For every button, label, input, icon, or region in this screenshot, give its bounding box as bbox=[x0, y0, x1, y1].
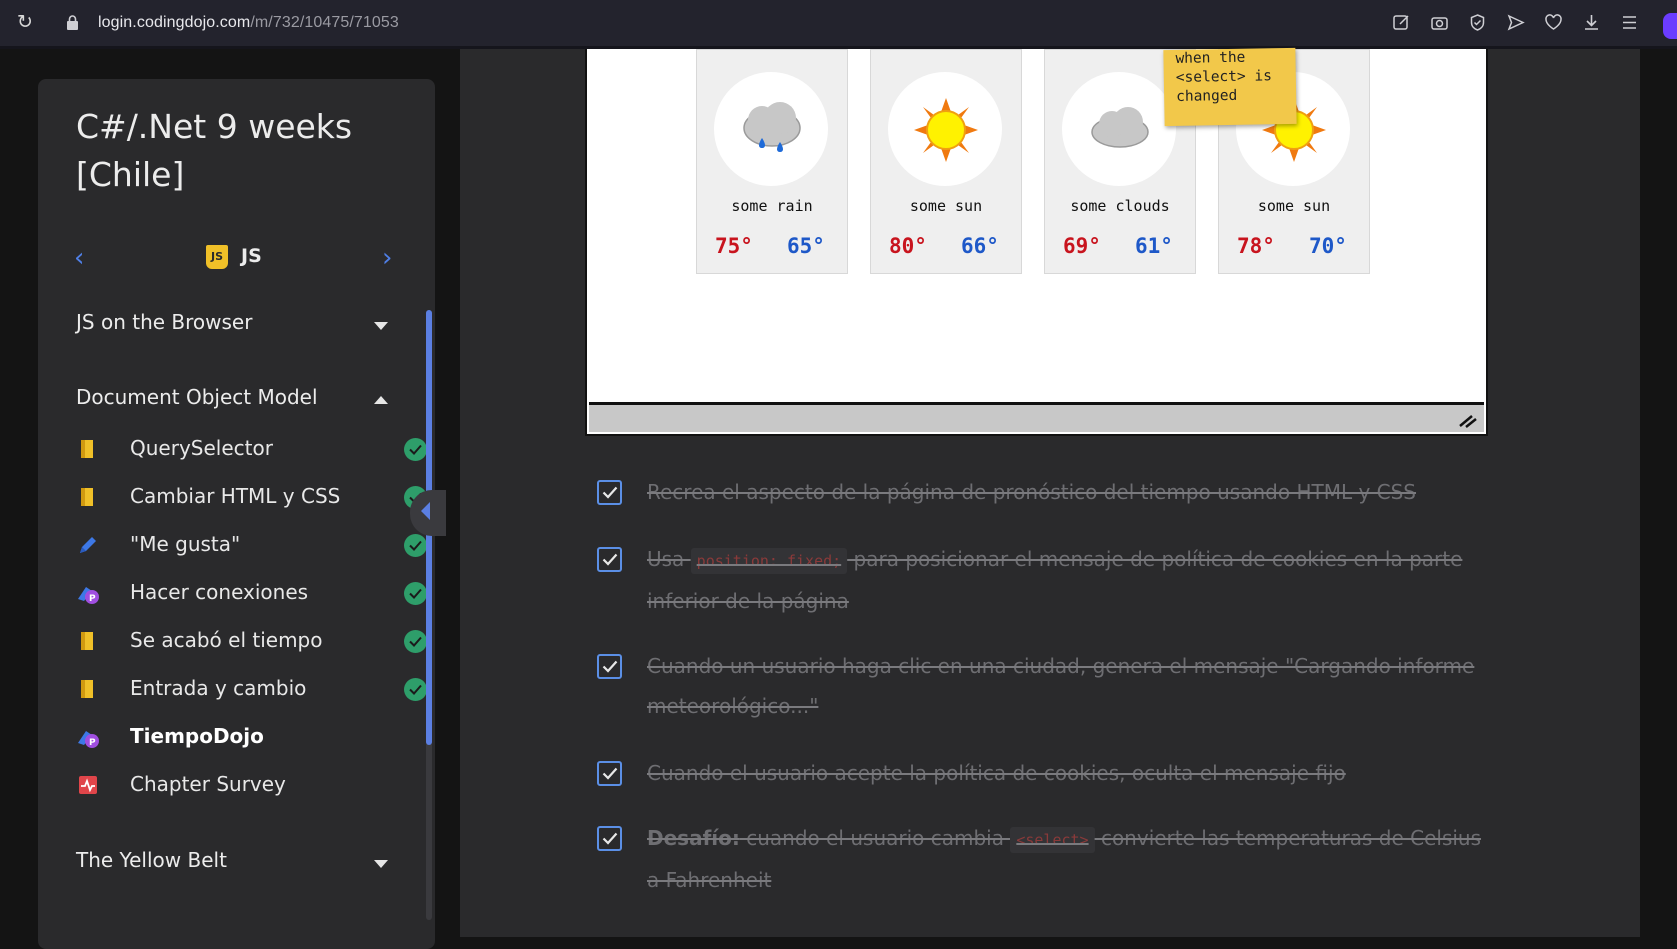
lock-icon bbox=[67, 15, 78, 30]
next-track-button[interactable]: › bbox=[382, 245, 392, 271]
cloud-icon bbox=[1091, 107, 1149, 148]
completed-check-icon bbox=[404, 582, 427, 605]
inline-code: <select> bbox=[1010, 827, 1095, 853]
task-checkbox[interactable] bbox=[597, 826, 622, 851]
send-icon[interactable] bbox=[1506, 13, 1525, 32]
svg-text:P: P bbox=[89, 594, 96, 604]
lesson-item[interactable]: Chapter Survey bbox=[76, 766, 396, 806]
lesson-item[interactable]: P Hacer conexiones bbox=[76, 574, 427, 614]
edit-icon[interactable] bbox=[1392, 13, 1411, 32]
chevron-down-icon[interactable] bbox=[374, 322, 388, 330]
practice-icon: P bbox=[78, 587, 99, 604]
course-title: C#/.Net 9 weeks [Chile] bbox=[76, 107, 353, 194]
task-text: Usa position: fixed; para posicionar el … bbox=[647, 547, 1463, 613]
task-text: Cuando el usuario acepte la política de … bbox=[647, 761, 1346, 785]
course-sidebar: C#/.Net 9 weeks [Chile] ‹ JS JS › JS on … bbox=[38, 79, 435, 949]
chevron-down-icon[interactable] bbox=[374, 860, 388, 868]
lesson-item[interactable]: "Me gusta" bbox=[76, 526, 427, 566]
pencil-icon bbox=[80, 537, 96, 553]
completed-check-icon bbox=[404, 630, 427, 653]
completed-check-icon bbox=[404, 534, 427, 557]
task-text: Cuando un usuario haga clic en una ciuda… bbox=[647, 654, 1475, 718]
camera-icon[interactable] bbox=[1430, 13, 1449, 32]
sun-icon bbox=[914, 98, 978, 162]
chevron-up-icon[interactable] bbox=[374, 396, 388, 404]
task-text: Desafío: cuando el usuario cambia <selec… bbox=[647, 826, 1482, 892]
task-checkbox[interactable] bbox=[597, 761, 622, 786]
prev-track-button[interactable]: ‹ bbox=[74, 245, 84, 271]
completed-check-icon bbox=[404, 678, 427, 701]
shield-icon[interactable] bbox=[1468, 13, 1487, 32]
task-checkbox[interactable] bbox=[597, 480, 622, 505]
practice-icon: P bbox=[78, 731, 99, 748]
page-gutter bbox=[1640, 49, 1677, 937]
heart-icon[interactable] bbox=[1544, 13, 1563, 32]
task-checkbox[interactable] bbox=[597, 654, 622, 679]
book-icon bbox=[81, 632, 93, 650]
browser-toolbar: ↻ login.codingdojo.com/m/732/10475/71053 bbox=[0, 0, 1677, 49]
lesson-item[interactable]: Se acabó el tiempo bbox=[76, 622, 427, 662]
section-js-on-the-browser[interactable]: JS on the Browser bbox=[76, 310, 252, 334]
task-checkbox[interactable] bbox=[597, 547, 622, 572]
lesson-item-current[interactable]: P TiempoDojo bbox=[76, 718, 396, 758]
reload-icon[interactable]: ↻ bbox=[17, 12, 37, 32]
lesson-item[interactable]: Entrada y cambio bbox=[76, 670, 427, 710]
book-icon bbox=[81, 440, 93, 458]
preview-bottom-bar bbox=[589, 402, 1484, 432]
collapse-sidebar-button[interactable] bbox=[410, 490, 446, 536]
lesson-item[interactable]: Cambiar HTML y CSS bbox=[76, 478, 427, 518]
extension-icon[interactable] bbox=[1663, 13, 1677, 39]
resize-grip-icon bbox=[1459, 415, 1477, 428]
download-icon[interactable] bbox=[1582, 13, 1601, 32]
book-icon bbox=[81, 488, 93, 506]
arrow-left-icon bbox=[421, 502, 430, 520]
inline-code: position: fixed; bbox=[690, 548, 848, 574]
completed-check-icon bbox=[404, 438, 427, 461]
sticky-note: when the <select> is changed bbox=[1163, 47, 1297, 127]
weather-card: some rain 75° 65° bbox=[696, 49, 848, 274]
track-label: JS bbox=[241, 245, 262, 267]
svg-text:P: P bbox=[89, 738, 96, 748]
address-bar[interactable]: login.codingdojo.com/m/732/10475/71053 bbox=[98, 14, 399, 32]
js-badge-icon: JS bbox=[206, 245, 228, 269]
book-icon bbox=[81, 680, 93, 698]
weather-card: some sun 80° 66° bbox=[870, 49, 1022, 274]
section-document-object-model[interactable]: Document Object Model bbox=[76, 385, 318, 409]
survey-icon bbox=[79, 776, 97, 794]
section-the-yellow-belt[interactable]: The Yellow Belt bbox=[76, 848, 227, 872]
rain-cloud-icon bbox=[743, 102, 801, 152]
menu-icon[interactable] bbox=[1620, 13, 1639, 32]
lesson-item[interactable]: QuerySelector bbox=[76, 430, 427, 470]
task-text: Recrea el aspecto de la página de pronós… bbox=[647, 480, 1417, 504]
